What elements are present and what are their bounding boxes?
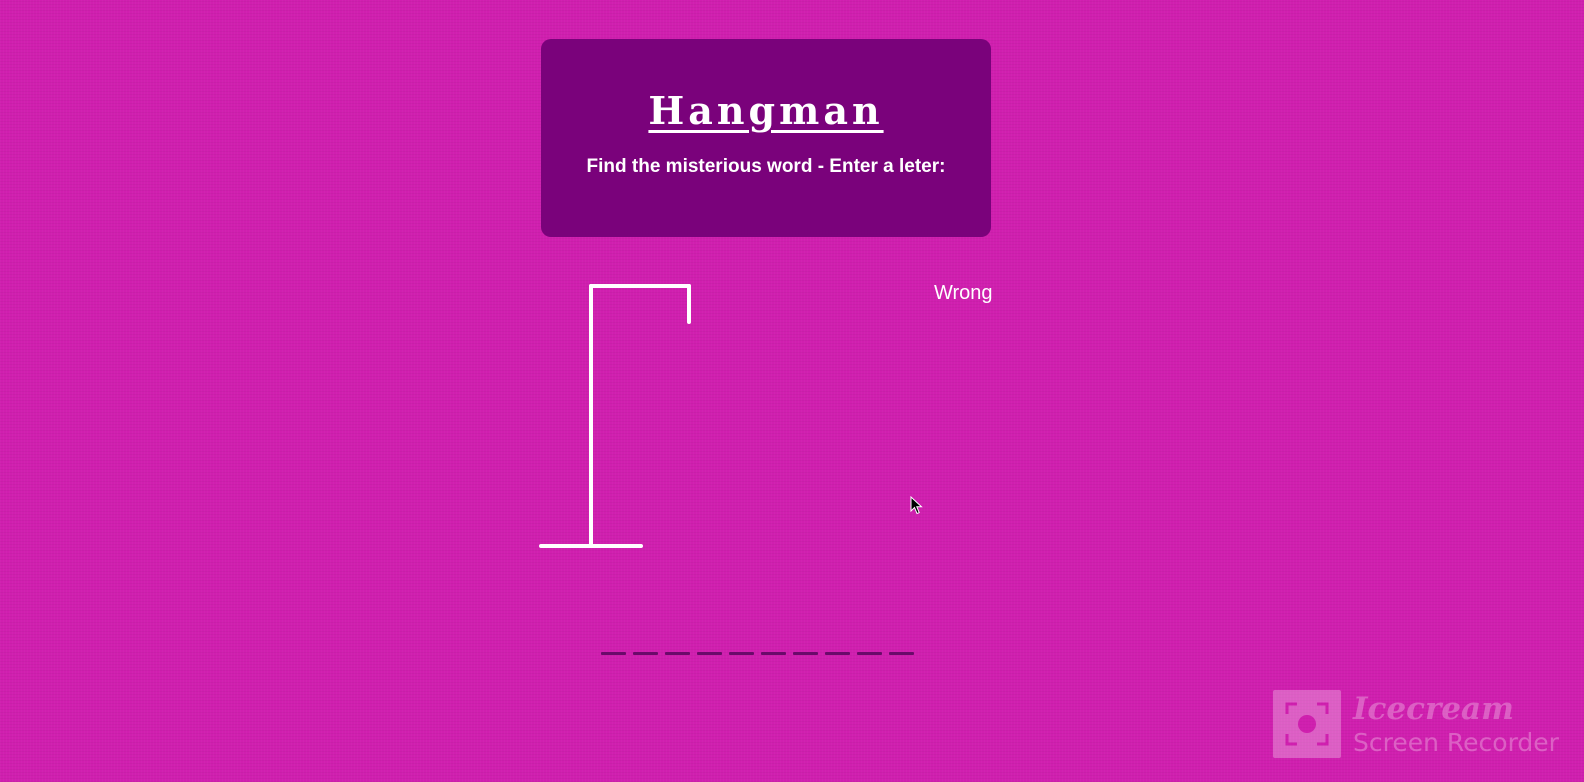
arrow-cursor-icon [910,496,923,515]
letter-slot [761,652,786,655]
word-slots [601,652,914,655]
title-card: Hangman Find the misterious word - Enter… [541,39,991,237]
gallows-drawing [539,284,691,548]
watermark-product: Screen Recorder [1353,728,1559,757]
letter-slot [665,652,690,655]
letter-slot [857,652,882,655]
wrong-letters-label: Wrong [934,282,993,304]
letter-slot [825,652,850,655]
watermark-brand: Icecream [1353,691,1514,727]
letter-slot [601,652,626,655]
letter-slot [633,652,658,655]
letter-slot [889,652,914,655]
letter-slot [793,652,818,655]
title-wrap: Hangman [541,89,991,133]
letter-slot [697,652,722,655]
letter-slot [729,652,754,655]
instructions-text: Find the misterious word - Enter a leter… [586,156,946,177]
screen-recorder-logo-icon [1273,690,1341,758]
page-title: Hangman [648,88,884,133]
recorder-watermark: Icecream Screen Recorder [1273,690,1563,760]
